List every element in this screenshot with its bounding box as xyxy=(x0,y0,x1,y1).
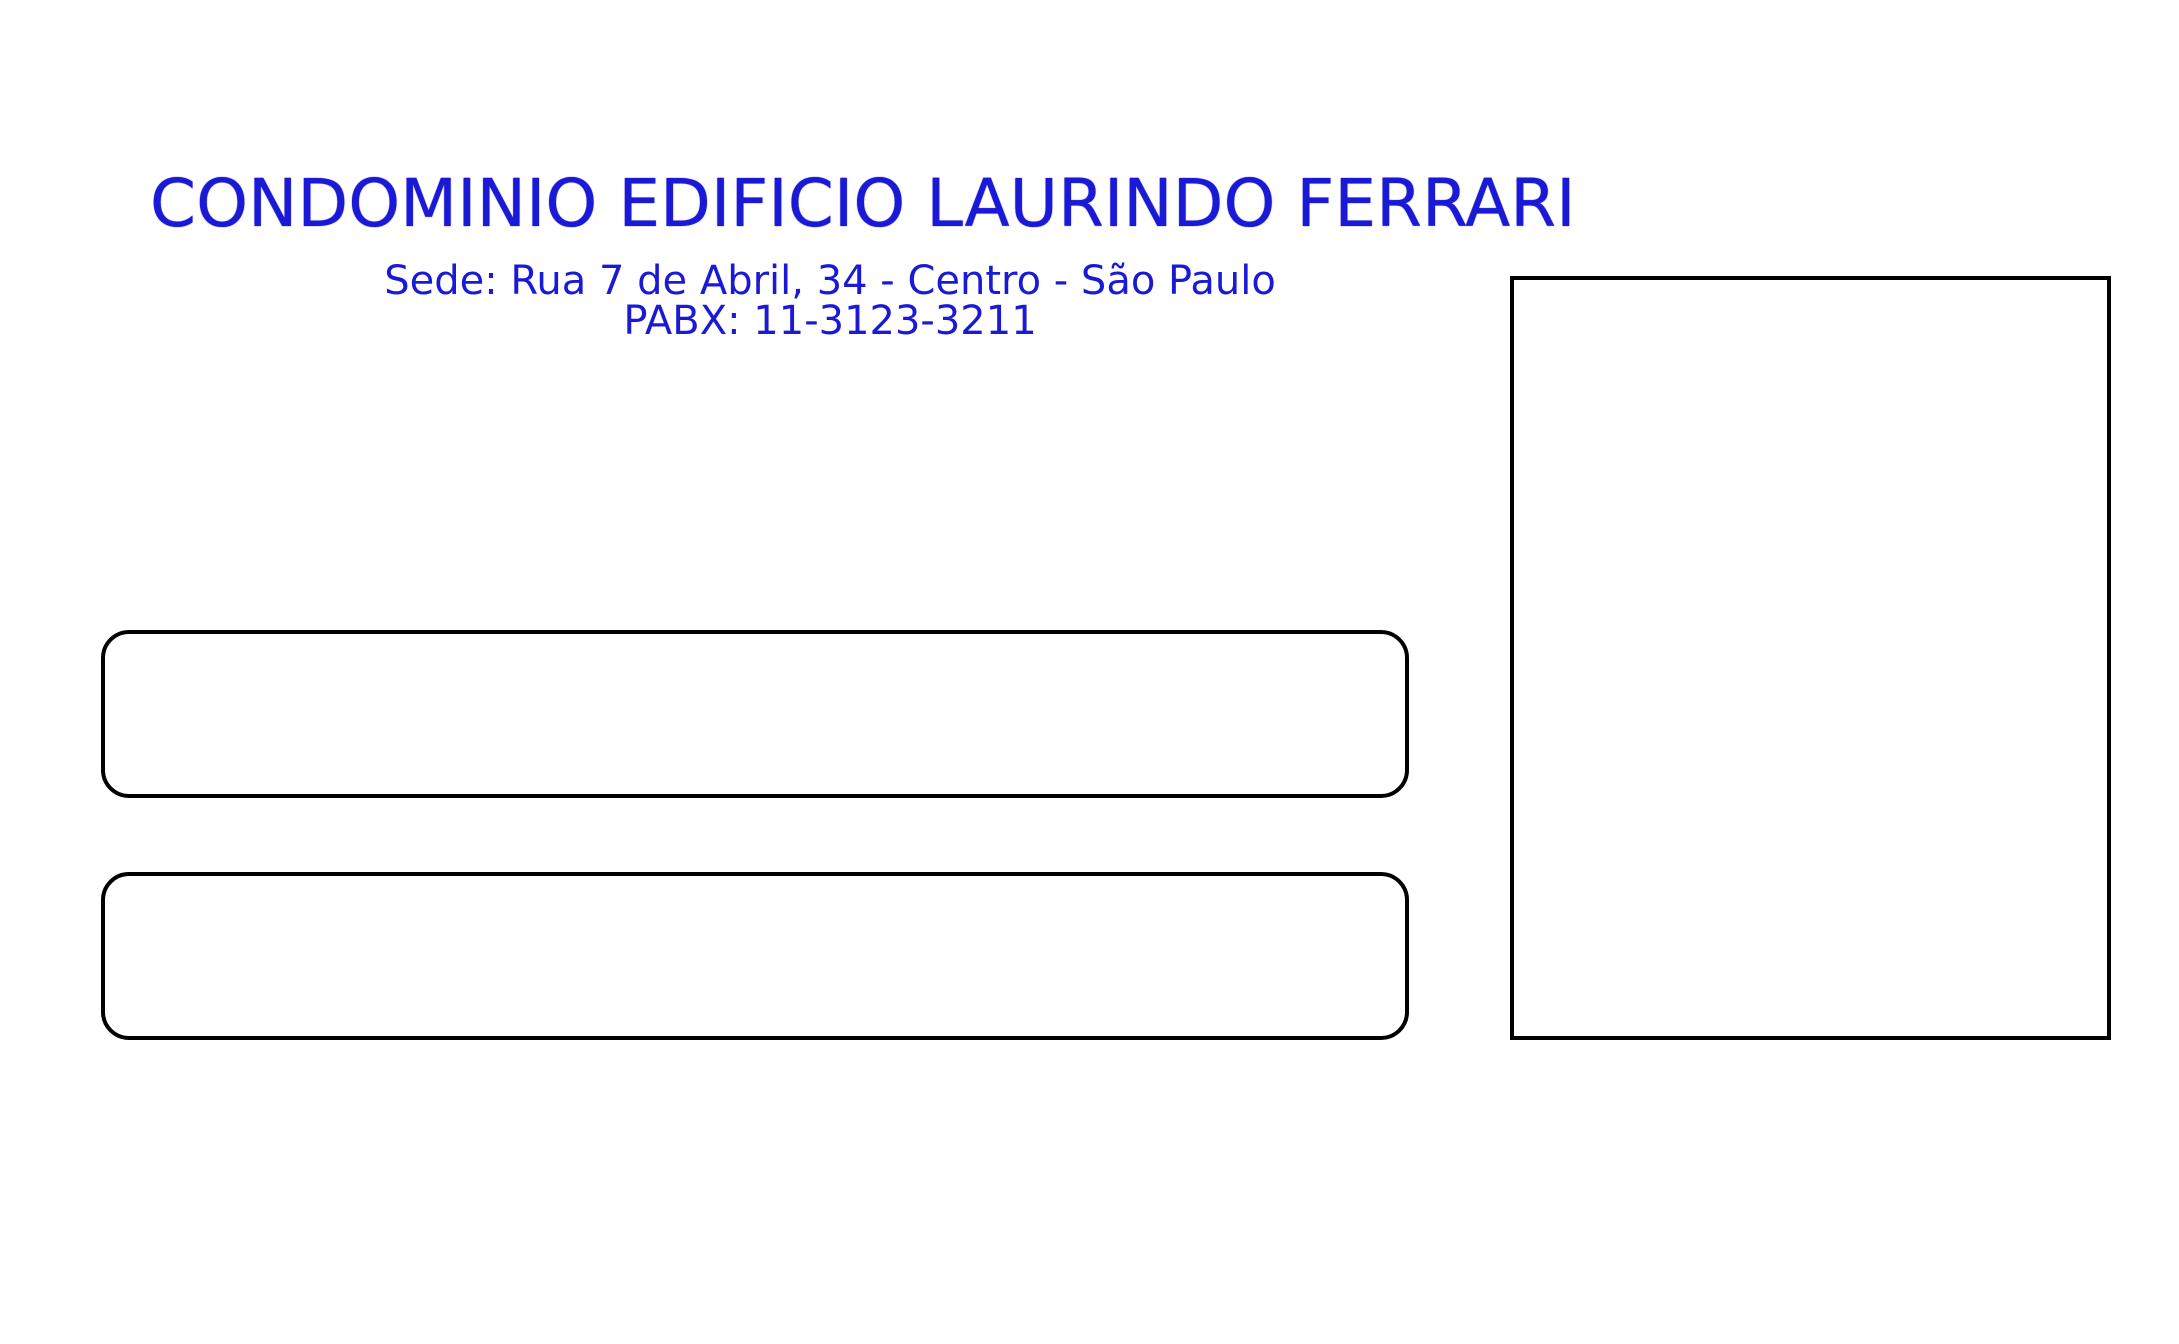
name-field-box xyxy=(101,630,1409,798)
condominium-title: CONDOMINIO EDIFICIO LAURINDO FERRARI xyxy=(150,165,1576,242)
address-line: Sede: Rua 7 de Abril, 34 - Centro - São … xyxy=(384,258,1276,304)
phone-line: PABX: 11-3123-3211 xyxy=(623,298,1037,344)
photo-frame xyxy=(1510,276,2111,1040)
info-field-box xyxy=(101,872,1409,1040)
